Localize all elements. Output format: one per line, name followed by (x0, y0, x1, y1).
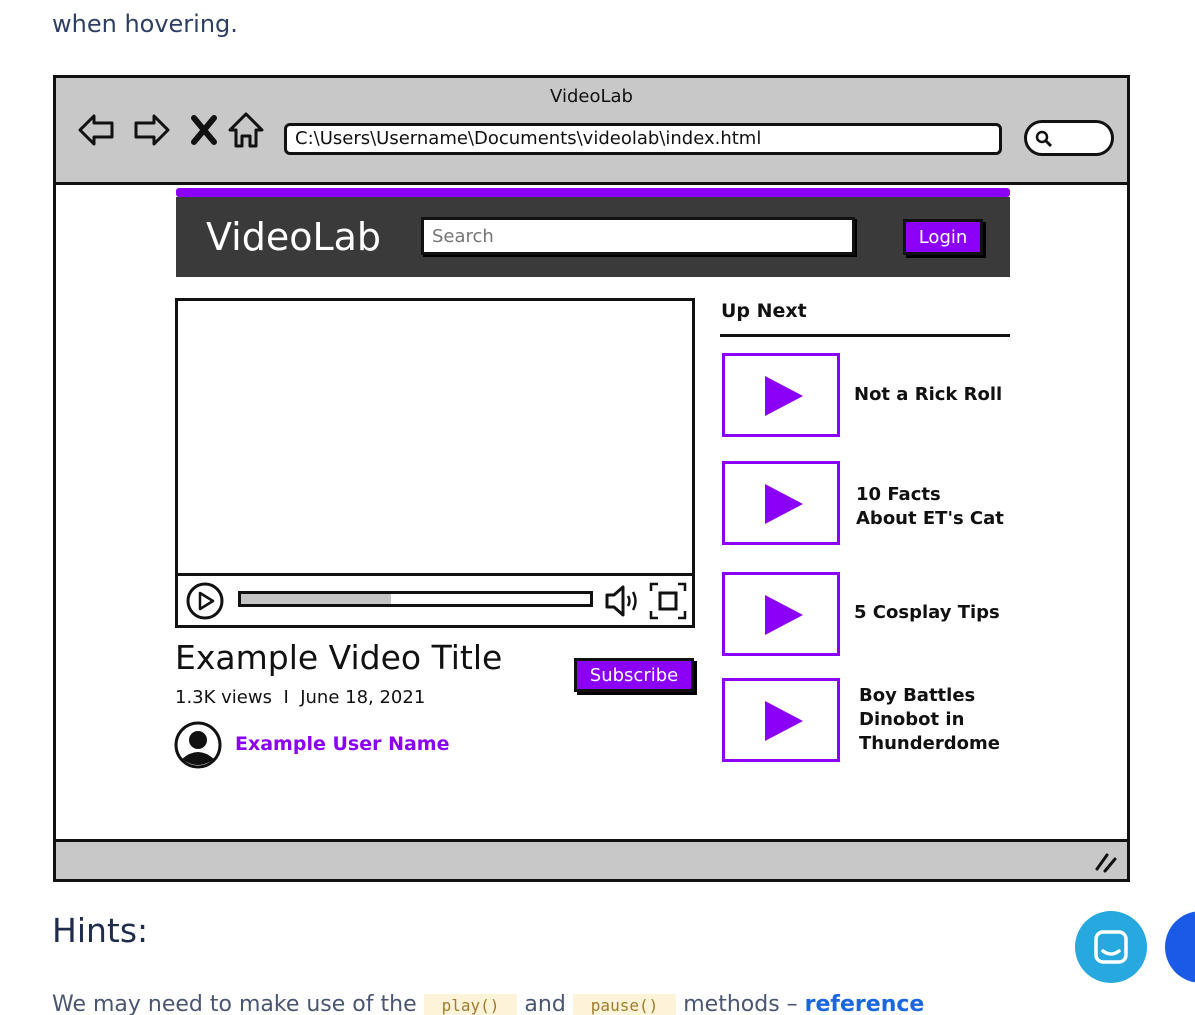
user-avatar-icon (174, 721, 222, 769)
play-triangle-icon (765, 701, 803, 741)
up-next-thumbnail (722, 461, 840, 545)
login-button[interactable]: Login (903, 219, 983, 255)
code-pause: pause() (572, 994, 677, 1015)
video-title: Example Video Title (175, 638, 503, 677)
play-triangle-icon (765, 595, 803, 635)
wireframe-window-title: VideoLab (550, 86, 633, 107)
up-next-heading: Up Next (721, 300, 807, 322)
chat-launcher-button[interactable] (1075, 911, 1147, 983)
app-logo: VideoLab (206, 215, 382, 259)
play-icon[interactable] (185, 581, 225, 621)
hints-text-methods: methods – (683, 992, 798, 1015)
user-name-link[interactable]: Example User Name (235, 733, 449, 755)
video-controls (178, 573, 692, 625)
up-next-divider (720, 334, 1010, 337)
video-progress-fill (241, 594, 392, 604)
back-arrow-icon (76, 108, 116, 152)
up-next-item[interactable]: Not a Rick Roll (722, 353, 1012, 439)
video-date: June 18, 2021 (300, 687, 426, 708)
up-next-title: 5 Cosplay Tips (854, 602, 1000, 623)
fullscreen-icon[interactable] (648, 581, 688, 621)
hints-text: We may need to make use of the play() an… (52, 992, 924, 1015)
hints-text-and: and (524, 992, 566, 1015)
video-meta: 1.3K views I June 18, 2021 (175, 687, 425, 708)
play-triangle-icon (765, 376, 803, 416)
wireframe-statusbar (56, 839, 1127, 879)
subscribe-button[interactable]: Subscribe (574, 658, 694, 692)
wireframe-window: VideoLab C:\Users\Username\Documents\vid… (53, 75, 1130, 882)
up-next-title: Not a Rick Roll (854, 384, 1003, 405)
app-search-input[interactable] (421, 217, 855, 255)
accessibility-button[interactable] (1165, 911, 1195, 983)
hints-heading: Hints: (52, 911, 149, 950)
up-next-title: Boy Battles Dinobot in Thunderdome (859, 685, 1000, 754)
wireframe-url-bar: C:\Users\Username\Documents\videolab\ind… (284, 123, 1002, 155)
reference-link[interactable]: reference (805, 992, 925, 1015)
video-views: 1.3K views (175, 687, 272, 708)
forward-arrow-icon (132, 108, 172, 152)
app-header: VideoLab Login (176, 197, 1010, 277)
video-player[interactable] (175, 298, 695, 628)
up-next-item[interactable]: 5 Cosplay Tips (722, 572, 1012, 658)
up-next-thumbnail (722, 678, 840, 762)
home-icon (226, 108, 266, 152)
chat-icon (1094, 930, 1128, 964)
app-accent-bar (176, 188, 1010, 197)
up-next-title: 10 Facts About ET's Cat (856, 484, 1004, 529)
video-progress-bar[interactable] (238, 591, 593, 607)
wireframe-search-pill (1024, 120, 1114, 156)
up-next-thumbnail (722, 353, 840, 437)
intro-text: when hovering. (52, 10, 238, 38)
code-play: play() (423, 994, 518, 1015)
hints-text-start: We may need to make use of the (52, 992, 417, 1015)
resize-grip-icon[interactable] (1093, 849, 1117, 873)
up-next-thumbnail (722, 572, 840, 656)
up-next-item[interactable]: 10 Facts About ET's Cat (722, 461, 1012, 547)
close-x-icon (184, 108, 224, 152)
volume-icon[interactable] (602, 581, 642, 621)
play-triangle-icon (765, 484, 803, 524)
wireframe-titlebar: VideoLab C:\Users\Username\Documents\vid… (56, 78, 1127, 185)
up-next-item[interactable]: Boy Battles Dinobot in Thunderdome (722, 678, 1012, 764)
search-icon (1035, 130, 1053, 148)
meta-separator: I (283, 687, 289, 708)
